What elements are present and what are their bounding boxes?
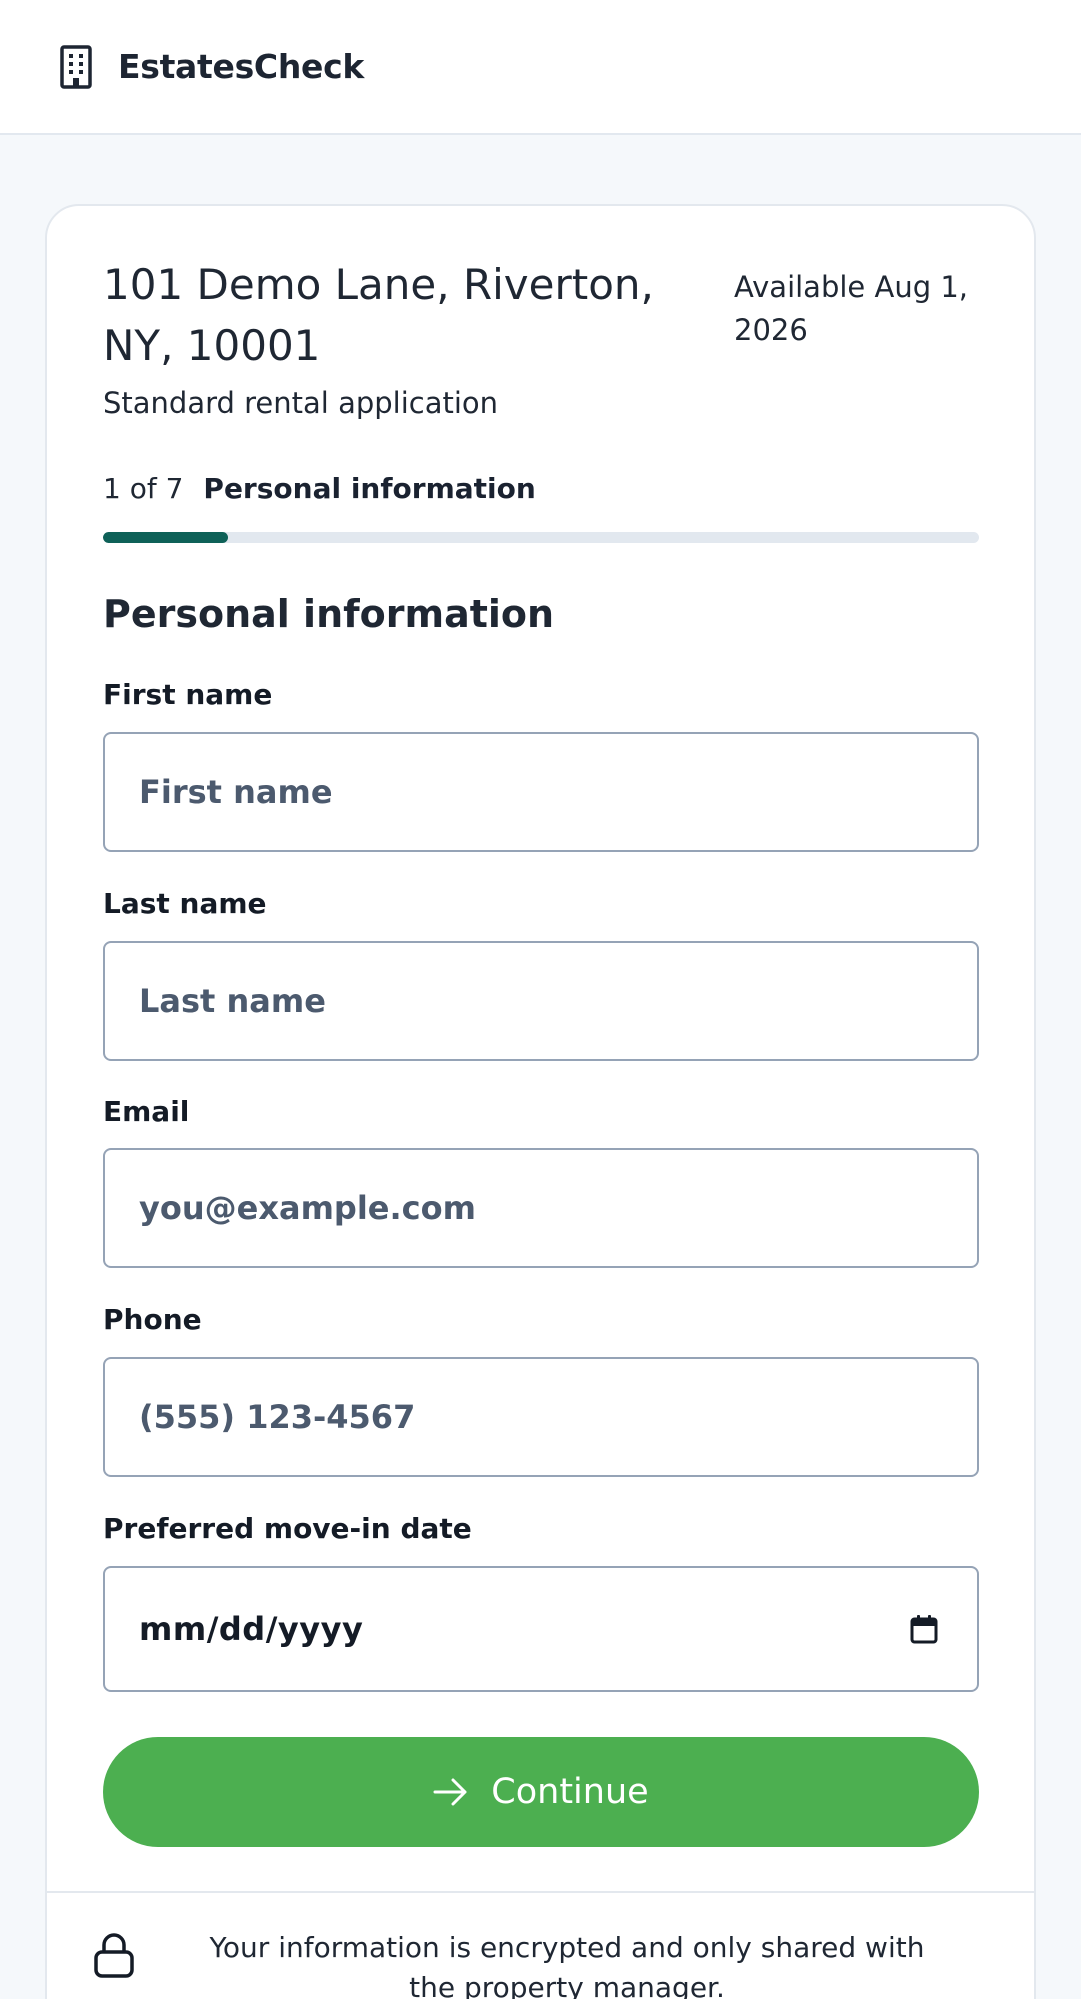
continue-button[interactable]: Continue	[103, 1737, 979, 1847]
availability-date: Available Aug 1, 2026	[734, 270, 968, 347]
arrow-right-icon	[433, 1777, 469, 1807]
continue-button-label: Continue	[491, 1772, 649, 1812]
brand-name[interactable]: EstatesCheck	[118, 47, 364, 86]
phone-label: Phone	[103, 1303, 202, 1336]
progress-bar	[103, 532, 979, 543]
progress-fill	[103, 532, 229, 543]
move-in-date-input[interactable]: mm/dd/yyyy	[103, 1566, 979, 1692]
first-name-input[interactable]	[103, 732, 979, 852]
last-name-label: Last name	[103, 887, 267, 920]
date-format-text: mm/dd/yyyy	[139, 1610, 364, 1648]
application-card: 101 Demo Lane, Riverton, NY, 10001 Avail…	[45, 204, 1036, 1999]
property-address: 101 Demo Lane, Riverton, NY, 10001	[103, 260, 654, 370]
building-icon	[56, 43, 96, 91]
app-header: EstatesCheck	[0, 0, 1081, 135]
phone-input[interactable]	[103, 1357, 979, 1477]
step-indicator: 1 of 7 Personal information	[103, 472, 536, 505]
email-label: Email	[103, 1095, 190, 1128]
footer-divider	[47, 1891, 1034, 1893]
step-count: 1 of 7	[103, 472, 184, 505]
security-note: Your information is encrypted and only s…	[209, 1931, 925, 1999]
calendar-icon[interactable]	[909, 1613, 939, 1645]
first-name-label: First name	[103, 678, 273, 711]
move-in-date-label: Preferred move-in date	[103, 1512, 472, 1545]
last-name-input[interactable]	[103, 941, 979, 1061]
section-title: Personal information	[103, 592, 555, 636]
lock-icon	[93, 1931, 135, 1979]
step-name: Personal information	[203, 472, 536, 505]
email-input[interactable]	[103, 1148, 979, 1268]
application-type: Standard rental application	[103, 386, 499, 420]
